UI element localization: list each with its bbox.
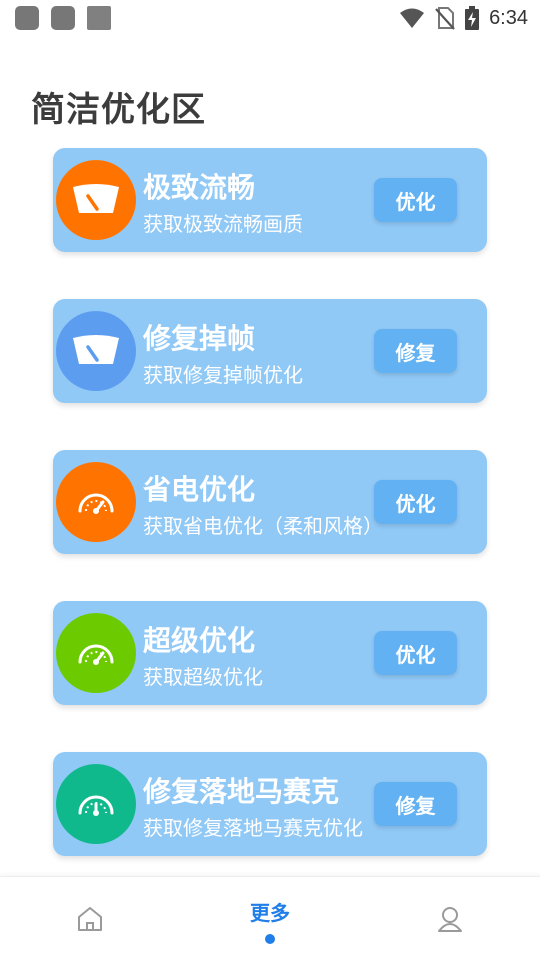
gauge-icon <box>56 613 136 693</box>
optimize-button[interactable]: 优化 <box>374 178 457 222</box>
home-icon <box>78 907 102 931</box>
nav-profile[interactable] <box>420 877 480 960</box>
notification-app-icon <box>51 6 75 30</box>
card-subtitle: 获取超级优化 <box>143 665 263 689</box>
profile-icon <box>438 907 462 932</box>
card-fix-mosaic[interactable]: 修复落地马赛克 获取修复落地马赛克优化 修复 <box>53 752 487 856</box>
optimize-button[interactable]: 优化 <box>374 631 457 675</box>
nav-more[interactable]: 更多 <box>235 877 305 960</box>
card-extreme-smooth[interactable]: 极致流畅 获取极致流畅画质 优化 <box>53 148 487 252</box>
card-power-saving[interactable]: 省电优化 获取省电优化（柔和风格） 优化 <box>53 450 487 554</box>
card-title: 修复掉帧 <box>143 322 256 355</box>
repair-button[interactable]: 修复 <box>374 329 457 373</box>
speedometer-icon <box>56 311 136 391</box>
nav-home[interactable] <box>60 877 120 960</box>
no-sim-icon <box>435 7 455 30</box>
status-bar: 6:34 <box>0 0 540 36</box>
wifi-icon <box>400 8 425 28</box>
card-title: 极致流畅 <box>143 171 256 204</box>
card-fix-frame-drops[interactable]: 修复掉帧 获取修复掉帧优化 修复 <box>53 299 487 403</box>
gauge-icon <box>56 764 136 844</box>
speedometer-icon <box>56 160 136 240</box>
battery-charging-icon <box>465 6 480 30</box>
card-subtitle: 获取极致流畅画质 <box>143 212 303 236</box>
card-subtitle: 获取省电优化（柔和风格） <box>143 514 381 538</box>
card-super-optimize[interactable]: 超级优化 获取超级优化 优化 <box>53 601 487 705</box>
card-subtitle: 获取修复掉帧优化 <box>143 363 303 387</box>
optimize-button[interactable]: 优化 <box>374 480 457 524</box>
notification-app-icon <box>15 6 39 30</box>
card-title: 超级优化 <box>143 624 256 657</box>
card-title: 修复落地马赛克 <box>143 775 340 808</box>
repair-button[interactable]: 修复 <box>374 782 457 826</box>
card-title: 省电优化 <box>143 473 256 506</box>
clock: 6:34 <box>489 6 528 29</box>
nav-more-label: 更多 <box>250 900 290 925</box>
notification-app-icon <box>87 6 111 30</box>
card-subtitle: 获取修复落地马赛克优化 <box>143 816 363 840</box>
page-title: 简洁优化区 <box>31 90 206 130</box>
bottom-nav: 更多 <box>0 876 540 960</box>
gauge-icon <box>56 462 136 542</box>
active-indicator <box>265 933 275 944</box>
